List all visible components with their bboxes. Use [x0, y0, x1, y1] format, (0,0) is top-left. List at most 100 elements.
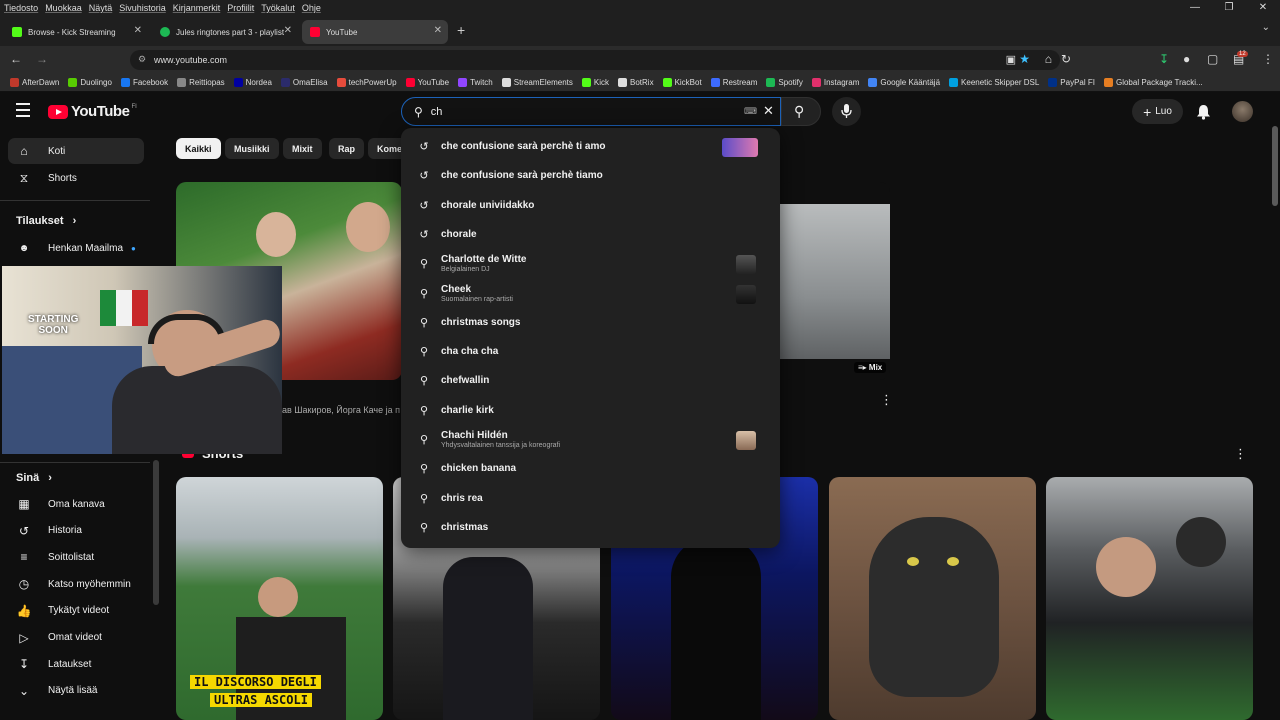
page-scrollbar[interactable]	[1272, 126, 1278, 206]
sidebar-item-you-4[interactable]: 👍 Tykätyt videot	[8, 598, 144, 624]
bookmark-item[interactable]: techPowerUp	[336, 78, 397, 87]
bookmark-item[interactable]: Global Package Tracki...	[1103, 78, 1203, 87]
tab-list-chevron-icon[interactable]: ⌄	[1262, 22, 1270, 33]
sidebar-item-you-7[interactable]: ⌄ Näytä lisää	[8, 678, 144, 704]
shelf-more-options-icon[interactable]: ⋮	[1234, 446, 1247, 462]
search-suggestion[interactable]: ⚲ charlie kirk	[401, 396, 780, 425]
bookmark-item[interactable]: Duolingo	[68, 78, 112, 87]
sidebar-scrollbar[interactable]	[153, 460, 159, 605]
search-button[interactable]: ⚲	[781, 97, 821, 126]
search-suggestion[interactable]: ⚲ cha cha cha	[401, 337, 780, 366]
bookmark-item[interactable]: OmaElisa	[280, 78, 328, 87]
search-suggestion[interactable]: ⚲ christmas	[401, 513, 780, 542]
notifications-bell-icon[interactable]	[1196, 104, 1211, 120]
bookmark-item[interactable]: Restream	[710, 78, 757, 87]
short-thumbnail[interactable]	[829, 477, 1036, 720]
tab-youtube[interactable]: YouTube ✕	[302, 20, 448, 44]
chip-comedy[interactable]: Kome	[368, 138, 402, 159]
minimize-button[interactable]: —	[1178, 0, 1212, 16]
bookmark-item[interactable]: YouTube	[405, 78, 449, 87]
install-app-icon[interactable]: ▣	[1006, 53, 1016, 66]
video-thumbnail-mix[interactable]: ≡▸ Mix	[780, 182, 890, 380]
back-icon[interactable]: ←	[10, 52, 22, 66]
bookmark-item[interactable]: KickBot	[662, 78, 702, 87]
new-tab-button[interactable]: +	[457, 22, 465, 38]
search-input[interactable]: ch	[431, 106, 443, 118]
search-suggestion[interactable]: ↺ che confusione sarà perchè tiamo	[401, 161, 780, 190]
voice-search-button[interactable]	[832, 97, 861, 126]
search-box[interactable]: ⚲ ch ⌨ ✕	[401, 97, 781, 126]
sidebar-item-shorts[interactable]: ⧖ Shorts	[8, 165, 144, 191]
download-icon[interactable]: ↧	[1159, 52, 1169, 66]
bookmark-item[interactable]: Spotify	[766, 78, 803, 87]
menu-view[interactable]: Näytä	[89, 3, 113, 13]
search-suggestion[interactable]: ⚲ chefwallin	[401, 366, 780, 395]
sidebar-item-home[interactable]: ⌂ Koti	[8, 138, 144, 164]
you-heading[interactable]: Sinä ›	[16, 472, 52, 484]
site-info-icon[interactable]: ⚙	[138, 54, 146, 65]
menu-bookmarks[interactable]: Kirjanmerkit	[173, 3, 221, 13]
forward-icon[interactable]: →	[36, 52, 48, 66]
tab-kick[interactable]: Browse - Kick Streaming ✕	[4, 20, 148, 44]
more-options-icon[interactable]: ⋮	[880, 392, 893, 408]
profile-icon[interactable]: ●	[1183, 52, 1190, 66]
create-button[interactable]: + Luo	[1132, 99, 1183, 124]
close-icon[interactable]: ✕	[284, 25, 292, 36]
short-thumbnail[interactable]	[1046, 477, 1253, 720]
keyboard-icon[interactable]: ⌨	[744, 106, 757, 117]
chip-all[interactable]: Kaikki	[176, 138, 221, 159]
account-avatar[interactable]	[1232, 101, 1253, 122]
sidebar-item-you-3[interactable]: ◷ Katso myöhemmin	[8, 571, 144, 597]
search-suggestion[interactable]: ↺ chorale	[401, 220, 780, 249]
chip-rap[interactable]: Rap	[329, 138, 365, 159]
short-thumbnail[interactable]: IL DISCORSO DEGLI ULTRAS ASCOLI	[176, 477, 383, 720]
bookmark-item[interactable]: Nordea	[233, 78, 272, 87]
close-icon[interactable]: ✕	[134, 25, 142, 36]
menu-help[interactable]: Ohje	[302, 3, 321, 13]
bookmark-item[interactable]: Instagram	[811, 78, 859, 87]
guide-menu-icon[interactable]	[16, 103, 30, 121]
clear-search-icon[interactable]: ✕	[763, 103, 774, 119]
tab-spotify[interactable]: Jules ringtones part 3 - playlist b ✕	[152, 20, 298, 44]
search-suggestion[interactable]: ⚲ Chachi Hildén Yhdysvaltalainen tanssija …	[401, 425, 780, 454]
bookmark-item[interactable]: BotRix	[618, 78, 654, 87]
bookmark-item[interactable]: Google Kääntäjä	[868, 78, 940, 87]
search-suggestion[interactable]: ↺ chorale univiidakko	[401, 191, 780, 220]
menu-tools[interactable]: Työkalut	[261, 3, 295, 13]
address-bar[interactable]: ⚙ www.youtube.com ▣ ★ ⌂	[130, 50, 1060, 70]
bookmark-item[interactable]: AfterDawn	[10, 78, 59, 87]
close-window-button[interactable]: ✕	[1246, 0, 1280, 16]
search-suggestion[interactable]: ⚲ Charlotte de Witte Belgialainen DJ	[401, 249, 780, 278]
sidebar-item-you-2[interactable]: ≡ Soittolistat	[8, 544, 144, 570]
extensions-icon[interactable]: ▢	[1207, 52, 1218, 66]
youtube-logo[interactable]: YouTube FI	[48, 103, 137, 120]
search-suggestion[interactable]: ↺ che confusione sarà perchè ti amo	[401, 132, 780, 161]
menu-file[interactable]: Tiedosto	[4, 3, 38, 13]
chip-mixes[interactable]: Mixit	[283, 138, 322, 159]
maximize-button[interactable]: ❐	[1212, 0, 1246, 16]
reload-icon[interactable]: ↻	[1061, 52, 1071, 66]
menu-history[interactable]: Sivuhistoria	[119, 3, 166, 13]
bookmark-item[interactable]: StreamElements	[501, 78, 573, 87]
sidebar-item-you-1[interactable]: ↺ Historia	[8, 518, 144, 544]
bookmark-item[interactable]: Facebook	[120, 78, 168, 87]
sidebar-item-you-0[interactable]: ▦ Oma kanava	[8, 491, 144, 517]
search-suggestion[interactable]: ⚲ christmas songs	[401, 308, 780, 337]
sidebar-item-you-5[interactable]: ▷ Omat videot	[8, 625, 144, 651]
search-suggestion[interactable]: ⚲ Cheek Suomalainen rap-artisti	[401, 279, 780, 308]
sidebar-item-you-6[interactable]: ↧ Lataukset	[8, 651, 144, 677]
bookmark-item[interactable]: Reittiopas	[177, 78, 225, 87]
menu-profiles[interactable]: Profiilit	[227, 3, 254, 13]
bookmark-star-icon[interactable]: ★	[1019, 52, 1030, 66]
search-suggestion[interactable]: ⚲ chris rea	[401, 484, 780, 513]
home-icon[interactable]: ⌂	[1045, 52, 1052, 66]
menu-edit[interactable]: Muokkaa	[45, 3, 82, 13]
bookmark-item[interactable]: Kick	[581, 78, 609, 87]
search-suggestion[interactable]: ⚲ chicken banana	[401, 454, 780, 483]
bookmark-item[interactable]: Keenetic Skipper DSL	[949, 78, 1039, 87]
browser-menu-icon[interactable]: ⋮	[1262, 52, 1274, 66]
close-icon[interactable]: ✕	[434, 25, 442, 36]
subscriptions-heading[interactable]: Tilaukset ›	[16, 215, 76, 227]
bookmark-item[interactable]: PayPal FI	[1048, 78, 1095, 87]
chip-music[interactable]: Musiikki	[225, 138, 279, 159]
